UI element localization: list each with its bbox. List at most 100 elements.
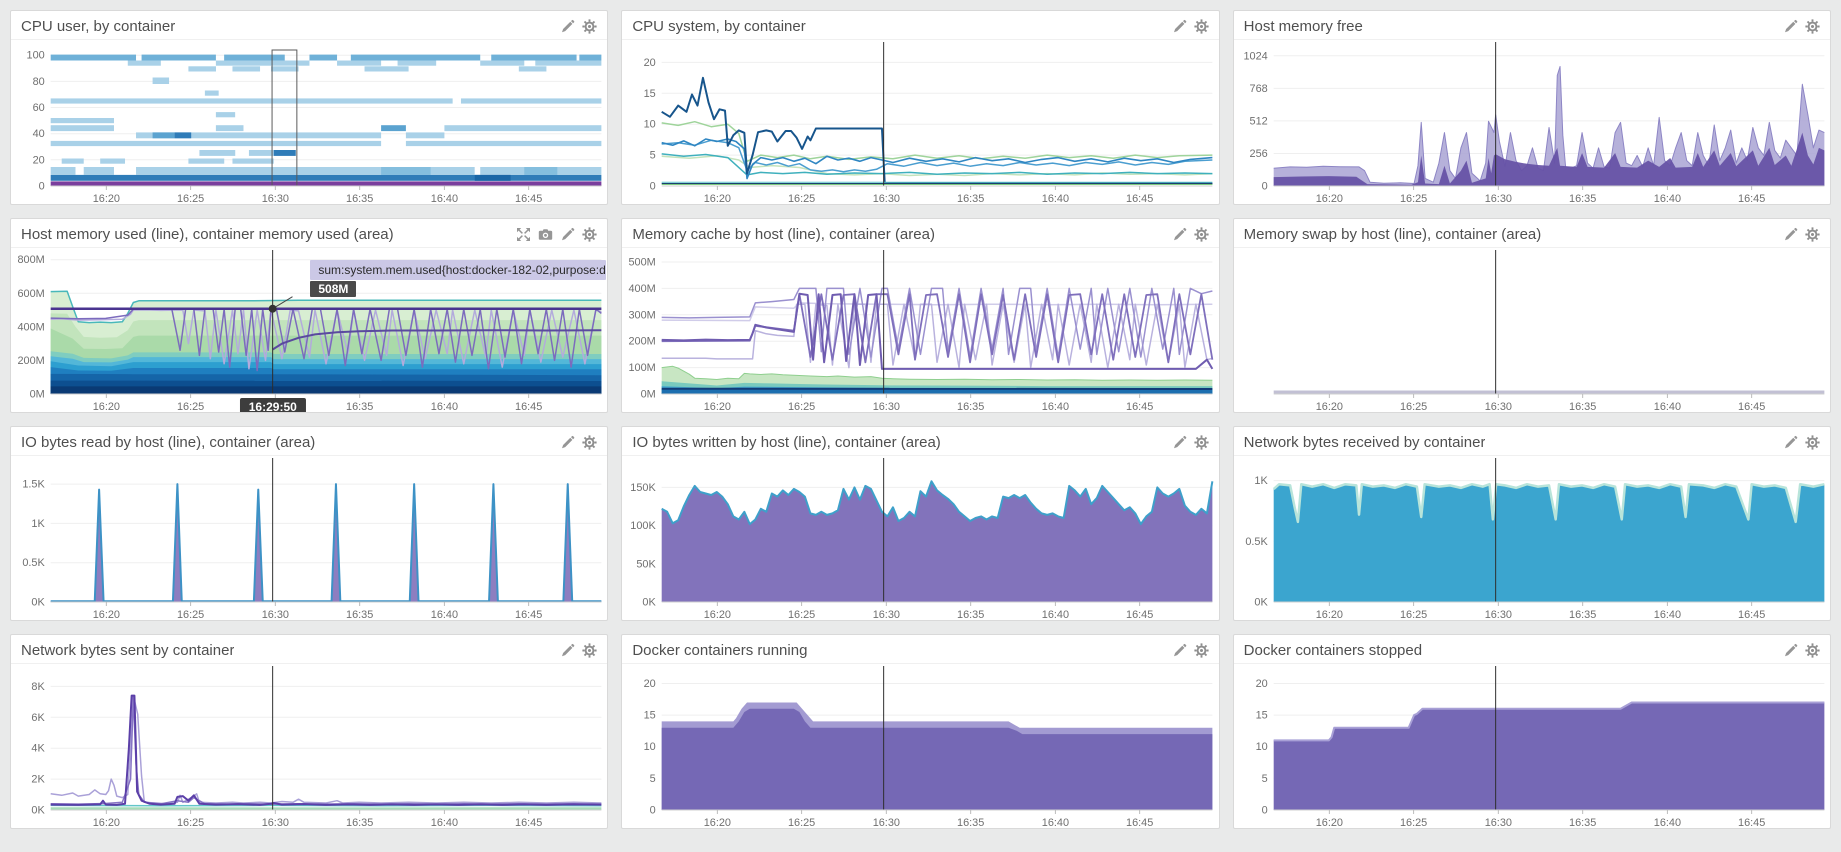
svg-text:40: 40 (33, 128, 45, 140)
chart-memory-swap[interactable]: 16:2016:2516:3016:3516:4016:45 (1234, 248, 1830, 413)
panel-actions (560, 19, 597, 34)
settings-gear-icon[interactable] (1805, 435, 1820, 450)
svg-text:16:45: 16:45 (1738, 609, 1765, 621)
svg-text:300M: 300M (629, 309, 656, 321)
hover-query: sum:system.mem.used{host:docker-182-02,p… (318, 263, 606, 277)
settings-gear-icon[interactable] (582, 643, 597, 658)
settings-gear-icon[interactable] (582, 227, 597, 242)
svg-text:16:20: 16:20 (93, 817, 120, 829)
edit-pencil-icon[interactable] (1783, 19, 1798, 34)
edit-pencil-icon[interactable] (1783, 643, 1798, 658)
svg-text:16:35: 16:35 (957, 817, 984, 829)
svg-text:16:25: 16:25 (1400, 193, 1427, 205)
chart-host-memory-free[interactable]: 0256512768102416:2016:2516:3016:3516:401… (1234, 40, 1830, 205)
svg-text:16:30: 16:30 (873, 401, 900, 413)
svg-text:16:20: 16:20 (704, 609, 731, 621)
svg-text:10: 10 (644, 119, 656, 131)
chart-cpu-user[interactable]: 02040608010016:2016:2516:3016:3516:4016:… (11, 40, 607, 205)
svg-text:100M: 100M (629, 362, 656, 374)
panel-title: Network bytes received by container (1244, 434, 1486, 451)
svg-text:16:40: 16:40 (431, 193, 458, 205)
svg-text:16:40: 16:40 (1042, 401, 1069, 413)
svg-text:0K: 0K (643, 596, 657, 608)
svg-text:16:35: 16:35 (346, 401, 373, 413)
hover-tooltip: sum:system.mem.used{host:docker-182-02,p… (310, 260, 606, 280)
panel-title: Host memory used (line), container memor… (21, 226, 394, 243)
edit-pencil-icon[interactable] (1783, 227, 1798, 242)
svg-text:800M: 800M (17, 254, 44, 266)
chart-net-received[interactable]: 0K0.5K1K16:2016:2516:3016:3516:4016:45 (1234, 456, 1830, 621)
chart-cpu-system[interactable]: 0510152016:2016:2516:3016:3516:4016:45 (622, 40, 1218, 205)
svg-text:0: 0 (650, 804, 656, 816)
chart-io-read[interactable]: 0K0.5K1K1.5K16:2016:2516:3016:3516:4016:… (11, 456, 607, 621)
settings-gear-icon[interactable] (1194, 227, 1209, 242)
svg-text:16:40: 16:40 (1042, 193, 1069, 205)
svg-text:16:45: 16:45 (515, 817, 542, 829)
svg-text:16:30: 16:30 (1484, 193, 1511, 205)
edit-pencil-icon[interactable] (560, 19, 575, 34)
svg-text:20: 20 (644, 678, 656, 690)
svg-text:16:45: 16:45 (1126, 193, 1153, 205)
svg-text:16:30: 16:30 (262, 193, 289, 205)
chart-io-written[interactable]: 0K50K100K150K16:2016:2516:3016:3516:4016… (622, 456, 1218, 621)
panel-actions (1172, 19, 1209, 34)
settings-gear-icon[interactable] (582, 435, 597, 450)
svg-text:16:30: 16:30 (873, 193, 900, 205)
panel-title: CPU system, by container (632, 18, 805, 35)
svg-text:16:45: 16:45 (1738, 401, 1765, 413)
svg-text:1K: 1K (31, 518, 45, 530)
svg-text:0: 0 (1261, 804, 1267, 816)
svg-text:16:25: 16:25 (788, 401, 815, 413)
arrows-expand-icon[interactable] (516, 227, 531, 242)
chart-containers-stopped[interactable]: 0510152016:2016:2516:3016:3516:4016:45 (1234, 664, 1830, 829)
chart-memory-cache[interactable]: 0M100M200M300M400M500M16:2016:2516:3016:… (622, 248, 1218, 413)
panel-actions (1172, 643, 1209, 658)
edit-pencil-icon[interactable] (1783, 435, 1798, 450)
panel-io-written: IO bytes written by host (line), contain… (621, 426, 1219, 621)
panel-cpu-user: CPU user, by container 02040608010016:20… (10, 10, 608, 205)
chart-containers-running[interactable]: 0510152016:2016:2516:3016:3516:4016:45 (622, 664, 1218, 829)
settings-gear-icon[interactable] (582, 19, 597, 34)
svg-text:16:20: 16:20 (93, 193, 120, 205)
svg-text:0: 0 (1261, 180, 1267, 192)
edit-pencil-icon[interactable] (1172, 435, 1187, 450)
svg-text:1.5K: 1.5K (22, 479, 45, 491)
chart-net-sent[interactable]: 0K2K4K6K8K16:2016:2516:3016:3516:4016:45 (11, 664, 607, 829)
edit-pencil-icon[interactable] (1172, 227, 1187, 242)
edit-pencil-icon[interactable] (560, 227, 575, 242)
svg-text:16:25: 16:25 (1400, 609, 1427, 621)
svg-text:200M: 200M (17, 355, 44, 367)
svg-text:16:20: 16:20 (704, 193, 731, 205)
svg-text:2K: 2K (31, 774, 45, 786)
edit-pencil-icon[interactable] (560, 435, 575, 450)
edit-pencil-icon[interactable] (560, 643, 575, 658)
panel-host-memory-used: Host memory used (line), container memor… (10, 218, 608, 413)
svg-text:16:25: 16:25 (177, 401, 204, 413)
svg-text:20: 20 (33, 154, 45, 166)
panel-containers-running: Docker containers running 0510152016:201… (621, 634, 1219, 829)
svg-text:16:45: 16:45 (515, 193, 542, 205)
settings-gear-icon[interactable] (1805, 643, 1820, 658)
edit-pencil-icon[interactable] (1172, 643, 1187, 658)
settings-gear-icon[interactable] (1805, 19, 1820, 34)
hover-value-badge: 508M (310, 281, 356, 297)
svg-text:16:25: 16:25 (177, 193, 204, 205)
svg-text:15: 15 (1255, 710, 1267, 722)
settings-gear-icon[interactable] (1194, 19, 1209, 34)
svg-text:16:35: 16:35 (957, 609, 984, 621)
settings-gear-icon[interactable] (1194, 435, 1209, 450)
svg-text:16:40: 16:40 (1653, 817, 1680, 829)
settings-gear-icon[interactable] (1805, 227, 1820, 242)
camera-icon[interactable] (538, 227, 553, 242)
svg-text:15: 15 (644, 710, 656, 722)
settings-gear-icon[interactable] (1194, 643, 1209, 658)
panel-title: IO bytes written by host (line), contain… (632, 434, 940, 451)
svg-text:256: 256 (1249, 148, 1267, 160)
edit-pencil-icon[interactable] (1172, 19, 1187, 34)
svg-text:16:20: 16:20 (704, 817, 731, 829)
svg-text:16:40: 16:40 (431, 401, 458, 413)
svg-text:0K: 0K (31, 804, 45, 816)
svg-text:5: 5 (1261, 773, 1267, 785)
svg-text:0: 0 (650, 180, 656, 192)
panel-net-sent: Network bytes sent by container 0K2K4K6K… (10, 634, 608, 829)
